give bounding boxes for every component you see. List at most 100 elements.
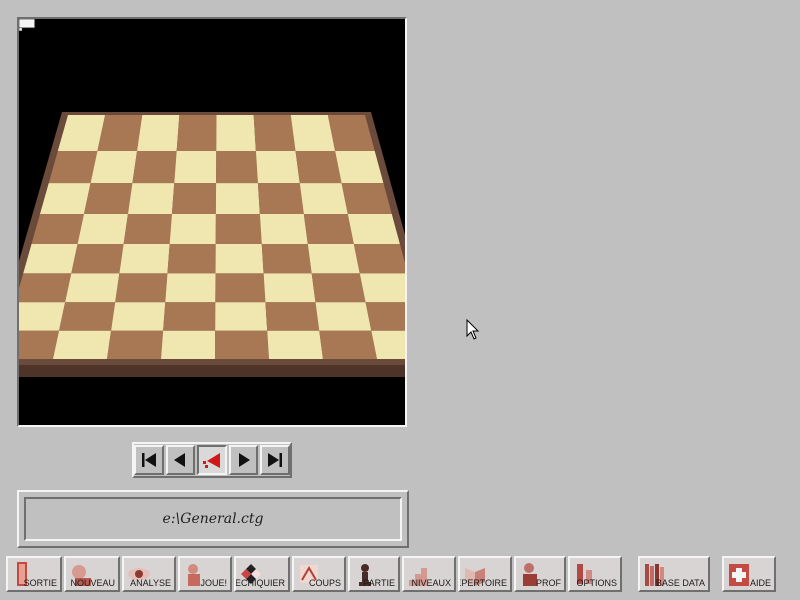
light-rook-piece[interactable] bbox=[19, 19, 40, 29]
board-square bbox=[371, 330, 405, 359]
board-square bbox=[215, 273, 266, 303]
board-square bbox=[267, 330, 323, 359]
board-square bbox=[19, 330, 60, 359]
replay-move-button[interactable] bbox=[197, 445, 227, 475]
board-square bbox=[263, 273, 316, 303]
file-name-label: e:\General.ctg bbox=[24, 497, 402, 541]
board-front-edge bbox=[19, 365, 405, 377]
board-square bbox=[169, 213, 216, 244]
analyse-button[interactable]: ANALYSE bbox=[122, 556, 176, 592]
file-name-panel: e:\General.ctg bbox=[17, 490, 409, 548]
nouveau-label: NOUVEAU bbox=[70, 578, 115, 588]
board-square bbox=[259, 213, 308, 244]
board-square bbox=[127, 183, 175, 214]
board-square bbox=[347, 213, 400, 244]
board-square bbox=[19, 302, 66, 331]
options-label: OPTIONS bbox=[576, 578, 617, 588]
board-square bbox=[123, 213, 172, 244]
board-square bbox=[107, 330, 164, 359]
board-square bbox=[215, 302, 268, 331]
sortie-label: SORTIE bbox=[23, 578, 57, 588]
board-square bbox=[165, 273, 216, 303]
base-data-label: BASE DATA bbox=[655, 578, 705, 588]
board-square bbox=[261, 243, 312, 274]
board-square bbox=[171, 183, 217, 214]
base-data-button[interactable]: BASE DATA bbox=[638, 556, 710, 592]
first-move-button[interactable] bbox=[134, 445, 164, 475]
joue-label: JOUE! bbox=[200, 578, 227, 588]
mouse-pointer-icon bbox=[466, 319, 480, 340]
board-square bbox=[315, 302, 372, 331]
board-square bbox=[40, 183, 91, 214]
previous-move-button[interactable] bbox=[165, 445, 196, 475]
main-toolbar: SORTIE NOUVEAU ANALYSE JOUE! ECHIQUIER C… bbox=[6, 556, 794, 592]
board-square bbox=[216, 151, 258, 184]
board-square bbox=[341, 183, 392, 214]
board-square bbox=[119, 243, 170, 274]
skip-to-end-icon bbox=[268, 453, 283, 467]
board-square bbox=[53, 330, 112, 359]
sortie-button[interactable]: SORTIE bbox=[6, 556, 62, 592]
chessboard-3d[interactable] bbox=[19, 19, 405, 425]
board-square bbox=[216, 115, 256, 152]
partie-label: PARTIE bbox=[363, 578, 395, 588]
replay-icon bbox=[203, 453, 220, 468]
board-square bbox=[161, 330, 216, 359]
board-square bbox=[215, 243, 264, 274]
board-square bbox=[365, 302, 405, 331]
coups-label: COUPS bbox=[308, 578, 341, 588]
board-square bbox=[137, 115, 180, 152]
echiquier-label: ECHIQUIER bbox=[234, 578, 285, 588]
chessboard-view[interactable] bbox=[17, 17, 407, 427]
board-square bbox=[111, 302, 166, 331]
aide-label: AIDE bbox=[749, 578, 771, 588]
board-square bbox=[303, 213, 354, 244]
prof-label: PROF bbox=[535, 578, 561, 588]
step-forward-icon bbox=[238, 453, 250, 467]
board-square bbox=[23, 243, 78, 274]
prof-button[interactable]: PROF bbox=[514, 556, 566, 592]
niveaux-label: NIVEAUX bbox=[411, 578, 451, 588]
board-square bbox=[71, 243, 124, 274]
board-square bbox=[215, 330, 269, 359]
board-square bbox=[65, 273, 120, 303]
move-navigation-bar bbox=[132, 442, 292, 478]
board-square bbox=[311, 273, 366, 303]
first-aid-icon bbox=[729, 564, 749, 586]
last-move-button[interactable] bbox=[260, 445, 290, 475]
niveaux-button[interactable]: NIVEAUX bbox=[402, 556, 456, 592]
echiquier-button[interactable]: ECHIQUIER bbox=[234, 556, 290, 592]
board-square bbox=[90, 151, 138, 184]
board-square bbox=[257, 183, 304, 214]
board-square bbox=[176, 115, 217, 152]
board-square bbox=[31, 213, 84, 244]
board-square bbox=[163, 302, 216, 331]
board-square bbox=[115, 273, 168, 303]
step-back-icon bbox=[174, 453, 186, 467]
options-button[interactable]: OPTIONS bbox=[568, 556, 622, 592]
board-square bbox=[359, 273, 405, 303]
board-square bbox=[299, 183, 348, 214]
board-square bbox=[167, 243, 216, 274]
board-square bbox=[265, 302, 320, 331]
aide-button[interactable]: AIDE bbox=[722, 556, 776, 592]
board-square bbox=[132, 151, 177, 184]
joue-button[interactable]: JOUE! bbox=[178, 556, 232, 592]
coups-button[interactable]: COUPS bbox=[292, 556, 346, 592]
board-square bbox=[307, 243, 360, 274]
nouveau-button[interactable]: NOUVEAU bbox=[64, 556, 120, 592]
repertoire-label: REPERTOIRE bbox=[460, 578, 507, 588]
board-square bbox=[255, 151, 300, 184]
board-square bbox=[77, 213, 128, 244]
repertoire-button[interactable]: REPERTOIRE bbox=[458, 556, 512, 592]
board-square bbox=[253, 115, 296, 152]
next-move-button[interactable] bbox=[228, 445, 259, 475]
board-square bbox=[19, 273, 72, 303]
board-square bbox=[97, 115, 143, 152]
board-square bbox=[319, 330, 377, 359]
board-square bbox=[59, 302, 116, 331]
board-square bbox=[174, 151, 217, 184]
board-square bbox=[290, 115, 336, 152]
board-square bbox=[83, 183, 133, 214]
partie-button[interactable]: PARTIE bbox=[348, 556, 400, 592]
